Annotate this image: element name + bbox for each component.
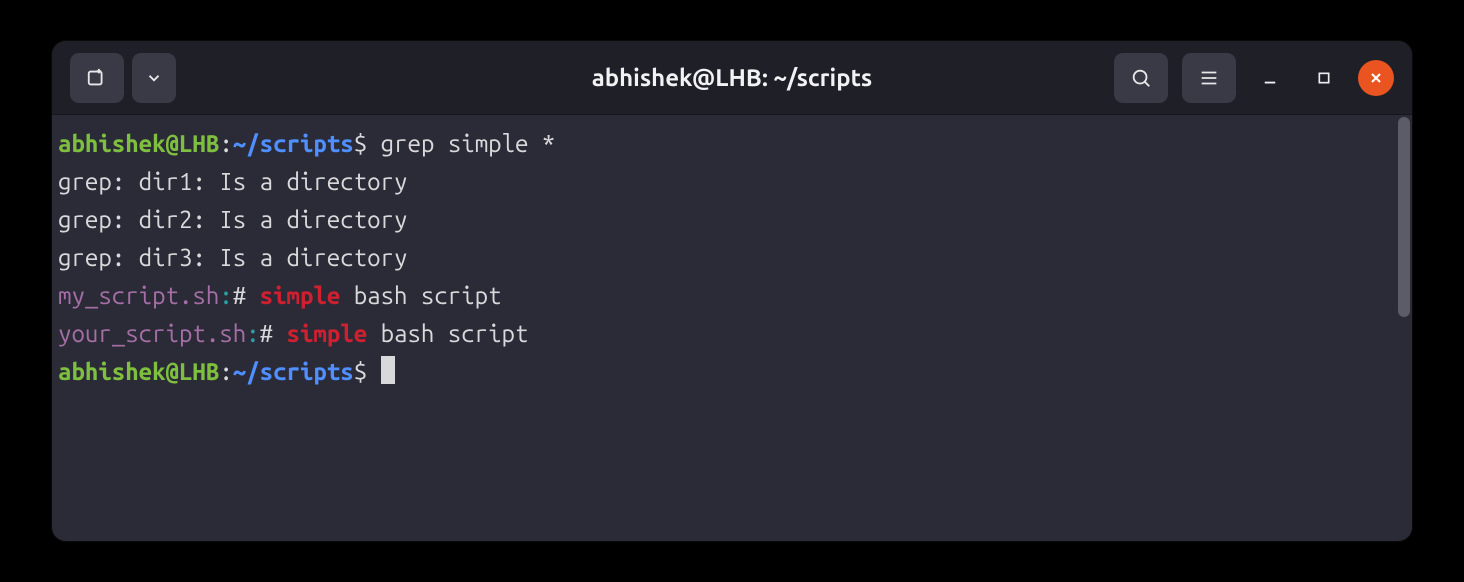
- menu-button[interactable]: [1182, 53, 1236, 103]
- prompt-line-1: abhishek@LHB:~/scripts$ grep simple *: [58, 130, 555, 157]
- prompt-user: abhishek: [58, 130, 166, 157]
- chevron-down-icon: [145, 69, 163, 87]
- minimize-icon: [1261, 69, 1279, 87]
- output-match-1: my_script.sh:# simple bash script: [58, 282, 502, 309]
- scrollbar[interactable]: [1396, 115, 1412, 541]
- terminal-body-wrap: abhishek@LHB:~/scripts$ grep simple * gr…: [52, 115, 1412, 541]
- match-post: bash script: [367, 320, 528, 347]
- prompt-line-2: abhishek@LHB:~/scripts$: [58, 358, 395, 385]
- close-button[interactable]: [1358, 60, 1394, 96]
- prompt-dollar: $: [354, 358, 367, 385]
- command-text: grep simple *: [381, 130, 556, 157]
- new-tab-button[interactable]: [70, 53, 124, 103]
- titlebar-left-group: [70, 53, 176, 103]
- output-error-2: grep: dir2: Is a directory: [58, 206, 407, 233]
- scrollbar-thumb[interactable]: [1398, 117, 1410, 317]
- search-button[interactable]: [1114, 53, 1168, 103]
- prompt-host: LHB: [179, 130, 219, 157]
- prompt-at: @: [166, 358, 179, 385]
- match-file: my_script.sh: [58, 282, 219, 309]
- hamburger-icon: [1198, 67, 1220, 89]
- prompt-host: LHB: [179, 358, 219, 385]
- prompt-path: ~/scripts: [233, 130, 354, 157]
- maximize-icon: [1316, 70, 1332, 86]
- match-pre: #: [260, 320, 287, 347]
- output-match-2: your_script.sh:# simple bash script: [58, 320, 528, 347]
- terminal-window: abhishek@LHB: ~/scripts: [52, 41, 1412, 541]
- prompt-path: ~/scripts: [233, 358, 354, 385]
- cursor: [381, 356, 395, 384]
- minimize-button[interactable]: [1250, 58, 1290, 98]
- match-sep: :: [246, 320, 259, 347]
- prompt-dollar: $: [354, 130, 367, 157]
- match-file: your_script.sh: [58, 320, 246, 347]
- match-sep: :: [219, 282, 232, 309]
- prompt-user: abhishek: [58, 358, 166, 385]
- match-pre: #: [233, 282, 260, 309]
- tabs-dropdown-button[interactable]: [132, 53, 176, 103]
- new-tab-icon: [86, 67, 108, 89]
- output-error-3: grep: dir3: Is a directory: [58, 244, 407, 271]
- maximize-button[interactable]: [1304, 58, 1344, 98]
- output-error-1: grep: dir1: Is a directory: [58, 168, 407, 195]
- window-title: abhishek@LHB: ~/scripts: [592, 64, 873, 91]
- prompt-colon: :: [219, 130, 232, 157]
- prompt-at: @: [166, 130, 179, 157]
- terminal-body[interactable]: abhishek@LHB:~/scripts$ grep simple * gr…: [52, 115, 1396, 541]
- titlebar: abhishek@LHB: ~/scripts: [52, 41, 1412, 115]
- search-icon: [1130, 67, 1152, 89]
- prompt-colon: :: [219, 358, 232, 385]
- close-icon: [1368, 70, 1384, 86]
- match-term: simple: [287, 320, 368, 347]
- match-term: simple: [260, 282, 341, 309]
- match-post: bash script: [340, 282, 501, 309]
- titlebar-right-group: [1114, 53, 1394, 103]
